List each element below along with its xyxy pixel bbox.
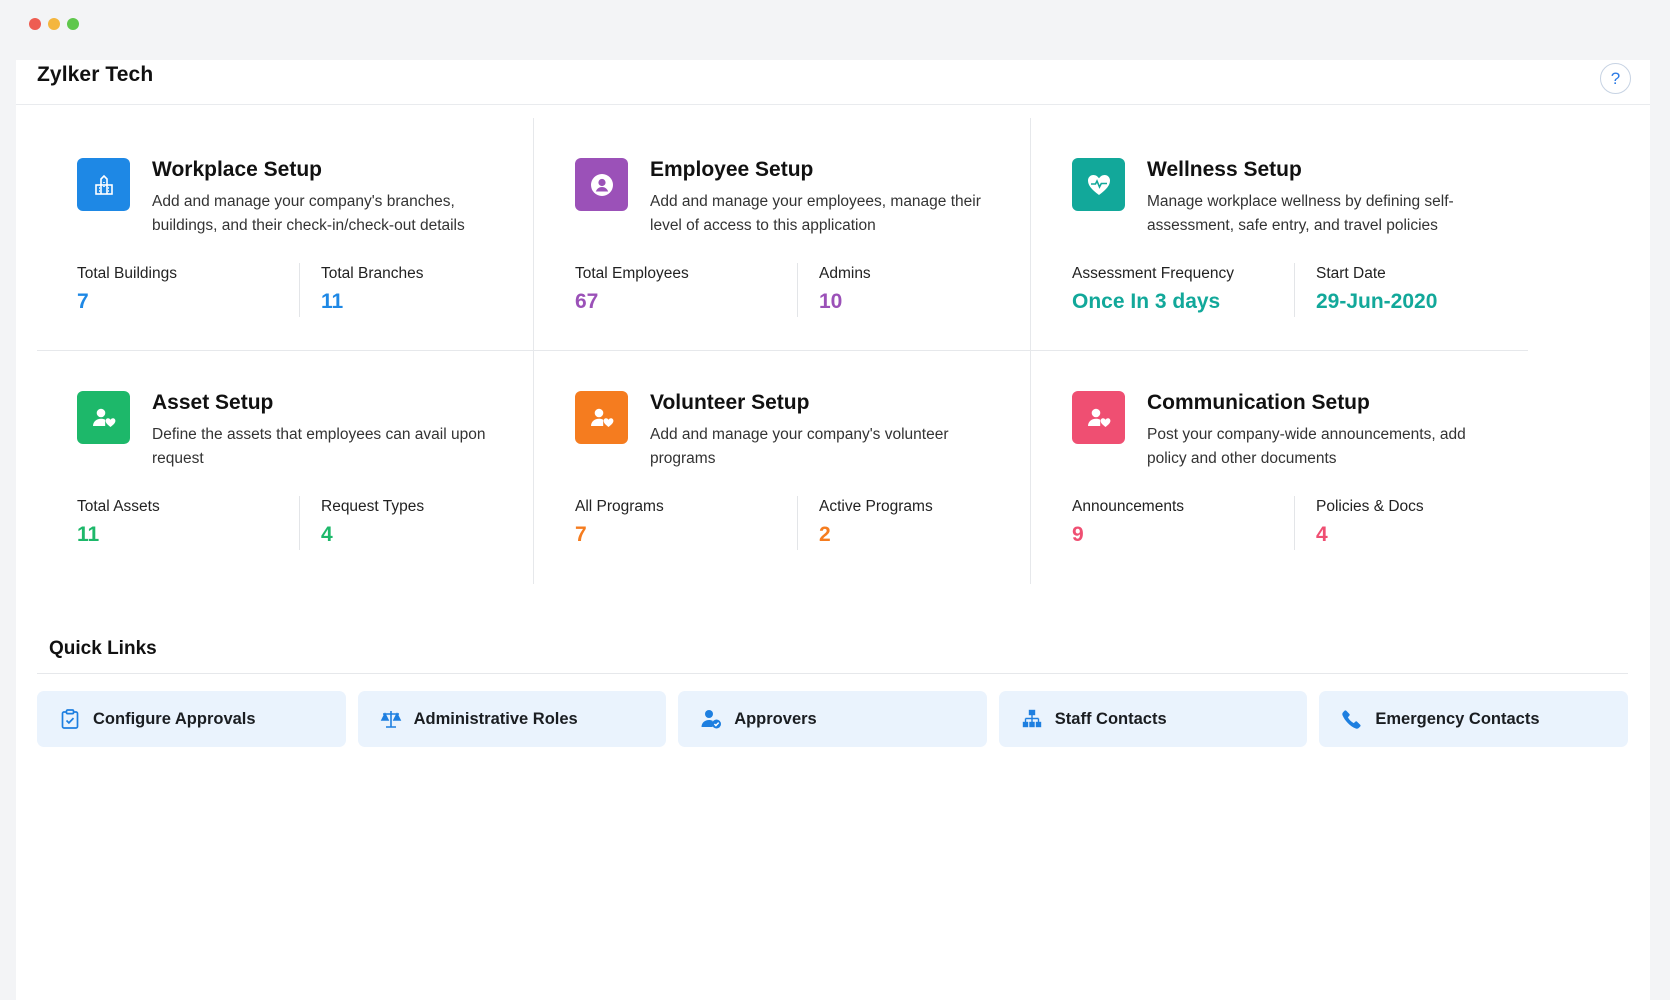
scale-icon (380, 708, 402, 730)
stat-label: Assessment Frequency (1072, 265, 1234, 282)
card-title: Workplace Setup (152, 158, 322, 181)
stat-label: Announcements (1072, 498, 1185, 515)
quick-link-label: Staff Contacts (1054, 709, 1167, 728)
card-description: Manage workplace wellness by defining se… (1147, 193, 1454, 234)
card-description: Post your company-wide announcements, ad… (1147, 426, 1466, 467)
stat-label: Admins (819, 265, 871, 282)
building-icon (77, 158, 130, 211)
stat-value: 9 (1072, 523, 1084, 546)
stat-active-programs: Active Programs 2 (819, 498, 933, 547)
stat-total-assets: Total Assets 11 (77, 498, 160, 547)
stat-admins: Admins 10 (819, 265, 871, 314)
stat-all-programs: All Programs 7 (575, 498, 664, 547)
stat-value: 29-Jun-2020 (1316, 290, 1438, 313)
phone-icon (1341, 708, 1363, 730)
stat-label: Active Programs (819, 498, 933, 515)
minimize-window-button[interactable] (48, 18, 60, 30)
quick-link-staff-contacts[interactable]: Staff Contacts (998, 691, 1308, 747)
card-asset-setup[interactable]: Asset Setup Define the assets that emplo… (37, 351, 567, 599)
maximize-window-button[interactable] (67, 18, 79, 30)
stat-announcements: Announcements 9 (1072, 498, 1184, 547)
card-workplace-setup[interactable]: Workplace Setup Add and manage your comp… (37, 118, 567, 366)
clipboard-check-icon (59, 708, 81, 730)
stat-divider (797, 496, 798, 550)
card-title: Asset Setup (152, 391, 274, 414)
user-circle-icon (575, 158, 628, 211)
stat-label: Start Date (1316, 265, 1386, 282)
heart-pulse-icon (1072, 158, 1125, 211)
stat-label: Policies & Docs (1316, 498, 1424, 515)
user-check-icon (700, 708, 722, 730)
stat-value: 11 (321, 290, 344, 313)
card-title: Employee Setup (650, 158, 814, 181)
stat-value: 2 (819, 523, 831, 546)
card-title: Volunteer Setup (650, 391, 810, 414)
card-description: Define the assets that employees can ava… (152, 426, 486, 467)
user-heart-icon (77, 391, 130, 444)
quick-links-bar: Configure Approvals Administrative Roles (37, 691, 1628, 747)
card-description: Add and manage your company's branches, … (152, 193, 465, 234)
card-title: Communication Setup (1147, 391, 1370, 414)
app-header: Zylker Tech ? (16, 60, 1650, 105)
app-container: Zylker Tech ? Workplace Setup Add and ma… (16, 60, 1650, 1000)
quick-links-title: Quick Links (49, 638, 157, 659)
org-chart-icon (1021, 708, 1043, 730)
quick-link-configure-approvals[interactable]: Configure Approvals (37, 691, 346, 747)
stat-value: 67 (575, 290, 599, 313)
company-name: Zylker Tech (37, 63, 154, 86)
window-titlebar (0, 0, 1670, 60)
stat-divider (797, 263, 798, 317)
help-button[interactable]: ? (1600, 63, 1631, 94)
quick-link-administrative-roles[interactable]: Administrative Roles (357, 691, 667, 747)
card-communication-setup[interactable]: Communication Setup Post your company-wi… (1032, 351, 1562, 599)
stat-total-branches: Total Branches 11 (321, 265, 424, 314)
stat-value: 4 (1316, 523, 1328, 546)
card-description: Add and manage your company's volunteer … (650, 426, 949, 467)
stat-label: Request Types (321, 498, 425, 515)
stat-label: Total Employees (575, 265, 689, 282)
user-heart-icon (1072, 391, 1125, 444)
stat-value: 4 (321, 523, 333, 546)
quick-link-label: Approvers (734, 709, 817, 728)
card-wellness-setup[interactable]: Wellness Setup Manage workplace wellness… (1032, 118, 1562, 366)
stat-total-buildings: Total Buildings 7 (77, 265, 177, 314)
stat-value: 10 (819, 290, 843, 313)
stat-label: Total Branches (321, 265, 424, 282)
stat-value: 7 (575, 523, 587, 546)
stat-value: 7 (77, 290, 89, 313)
setup-cards-grid: Workplace Setup Add and manage your comp… (37, 118, 1628, 614)
stat-divider (1294, 263, 1295, 317)
stat-divider (299, 263, 300, 317)
stat-divider (1294, 496, 1295, 550)
quick-links-divider (37, 673, 1628, 674)
card-volunteer-setup[interactable]: Volunteer Setup Add and manage your comp… (535, 351, 1065, 599)
stat-start-date: Start Date 29-Jun-2020 (1316, 265, 1437, 314)
quick-link-approvers[interactable]: Approvers (678, 691, 987, 747)
stat-divider (299, 496, 300, 550)
stat-request-types: Request Types 4 (321, 498, 424, 547)
stat-label: Total Buildings (77, 265, 177, 282)
quick-link-emergency-contacts[interactable]: Emergency Contacts (1319, 691, 1628, 747)
card-description: Add and manage your employees, manage th… (650, 193, 981, 234)
card-employee-setup[interactable]: Employee Setup Add and manage your emplo… (535, 118, 1065, 366)
stat-label: Total Assets (77, 498, 160, 515)
quick-link-label: Administrative Roles (413, 709, 578, 728)
stat-value: 11 (77, 523, 100, 546)
quick-link-label: Configure Approvals (93, 709, 256, 728)
card-title: Wellness Setup (1147, 158, 1302, 181)
stat-value: Once In 3 days (1072, 290, 1221, 313)
stat-assessment-frequency: Assessment Frequency Once In 3 days (1072, 265, 1234, 314)
stat-label: All Programs (575, 498, 664, 515)
window-controls (29, 18, 79, 30)
stat-total-employees: Total Employees 67 (575, 265, 689, 314)
user-heart-icon (575, 391, 628, 444)
close-window-button[interactable] (29, 18, 41, 30)
stat-policies-docs: Policies & Docs 4 (1316, 498, 1424, 547)
quick-link-label: Emergency Contacts (1375, 709, 1540, 728)
